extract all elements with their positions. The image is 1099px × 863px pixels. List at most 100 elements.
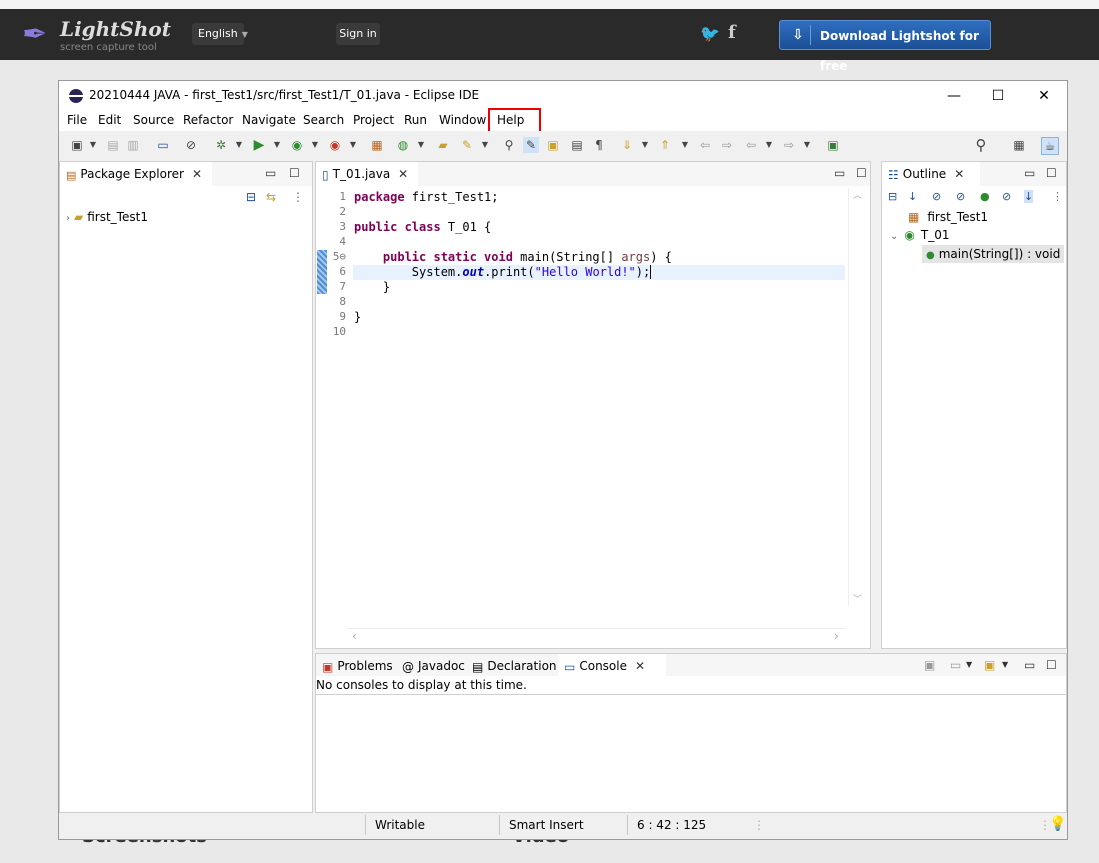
status-cursor-position[interactable]: 6 : 42 : 125 xyxy=(637,818,706,832)
word-wrap-icon[interactable]: ▣ xyxy=(545,137,561,153)
next-annotation-icon[interactable]: ⇓ xyxy=(619,137,635,153)
close-icon[interactable]: ✕ xyxy=(192,167,202,181)
chevron-down-icon[interactable]: ▼ xyxy=(269,137,285,153)
last-edit-icon[interactable]: ⇦ xyxy=(697,137,713,153)
project-tree-item[interactable]: › ▰ first_Test1 xyxy=(66,210,148,224)
title-bar[interactable]: 20210444 JAVA - first_Test1/src/first_Te… xyxy=(59,81,1067,111)
chevron-down-icon[interactable]: ▼ xyxy=(345,137,361,153)
vertical-scrollbar[interactable]: ︿ ﹀ xyxy=(848,188,867,606)
outline-item-method[interactable]: ● main(String[]) : void xyxy=(922,245,1064,263)
tab-declaration[interactable]: ▤ Declaration xyxy=(466,654,568,678)
menu-edit[interactable]: Edit xyxy=(98,113,121,127)
new-class-icon[interactable]: ◍ xyxy=(395,137,411,153)
search-icon[interactable]: ⚲ xyxy=(501,137,517,153)
mark-occurrences-icon[interactable]: ✎ xyxy=(523,137,539,153)
block-selection-icon[interactable]: ▤ xyxy=(569,137,585,153)
debug-icon[interactable]: ✲ xyxy=(213,137,229,153)
run-icon[interactable]: ▶ xyxy=(251,137,267,153)
scroll-up-icon[interactable]: ︿ xyxy=(853,188,862,201)
tab-t01-java[interactable]: ▯ T_01.java ✕ xyxy=(316,162,418,188)
hide-fields-icon[interactable]: ⊘ xyxy=(932,190,941,203)
maximize-button[interactable]: ☐ xyxy=(983,85,1013,107)
line-number[interactable]: 5⊖ xyxy=(326,250,346,263)
prev-annotation-icon[interactable]: ⇑ xyxy=(657,137,673,153)
maximize-icon[interactable]: ☐ xyxy=(289,166,300,180)
open-type-icon[interactable]: ▰ xyxy=(435,137,451,153)
language-select[interactable]: English ▼ xyxy=(192,23,248,45)
back-icon[interactable]: ⇦ xyxy=(743,137,759,153)
open-console-icon[interactable]: ▭ xyxy=(950,658,961,672)
view-menu-icon[interactable]: ⋮ xyxy=(1052,190,1063,203)
hide-nonpublic-icon[interactable]: ● xyxy=(980,190,990,203)
close-icon[interactable]: ✕ xyxy=(954,167,964,181)
terminal-icon[interactable]: ▭ xyxy=(155,137,171,153)
sort-icon[interactable]: ↓ xyxy=(908,190,917,203)
code-editor[interactable]: 1 2 3 4 5⊖ 6 7 8 9 10 package first_Test… xyxy=(316,190,856,610)
tab-outline[interactable]: ☷ Outline ✕ xyxy=(882,162,980,188)
menu-search[interactable]: Search xyxy=(303,113,344,127)
search-icon[interactable]: ⚲ xyxy=(973,137,989,153)
minimize-icon[interactable]: ▭ xyxy=(834,166,845,180)
menu-window[interactable]: Window xyxy=(439,113,486,127)
tab-package-explorer[interactable]: ▤ Package Explorer ✕ xyxy=(60,162,212,188)
chevron-right-icon[interactable]: › xyxy=(66,213,70,224)
chevron-down-icon[interactable]: ▼ xyxy=(677,137,693,153)
close-icon[interactable]: ✕ xyxy=(635,659,645,673)
open-perspective-icon[interactable]: ▦ xyxy=(1011,137,1027,153)
outline-item-class[interactable]: ⌄ ◉ T_01 xyxy=(890,228,949,242)
sort-alpha-icon[interactable]: ↓ xyxy=(1024,190,1034,203)
chevron-down-icon[interactable]: ▼ xyxy=(231,137,247,153)
menu-file[interactable]: File xyxy=(67,113,87,127)
whitespace-icon[interactable]: ¶ xyxy=(591,137,607,153)
maximize-icon[interactable]: ☐ xyxy=(856,166,867,180)
close-button[interactable]: ✕ xyxy=(1029,85,1059,107)
sign-in-button[interactable]: Sign in xyxy=(336,23,380,45)
chevron-down-icon[interactable]: ▼ xyxy=(966,660,972,669)
maximize-icon[interactable]: ☐ xyxy=(1046,658,1057,672)
lightshot-logo[interactable]: ✒ LightShot screen capture tool xyxy=(22,15,172,55)
maximize-icon[interactable]: ☐ xyxy=(1046,166,1057,180)
status-insert-mode[interactable]: Smart Insert xyxy=(509,818,584,832)
chevron-down-icon[interactable]: ▼ xyxy=(85,137,101,153)
link-editor-icon[interactable]: ⇆ xyxy=(266,190,276,204)
view-menu-icon[interactable]: ⋮ xyxy=(292,190,304,204)
minimize-button[interactable]: — xyxy=(939,85,969,107)
coverage-icon[interactable]: ◉ xyxy=(289,137,305,153)
chevron-down-icon[interactable]: ▼ xyxy=(761,137,777,153)
menu-navigate[interactable]: Navigate xyxy=(242,113,296,127)
chevron-down-icon[interactable]: ▼ xyxy=(799,137,815,153)
facebook-icon[interactable]: f xyxy=(728,22,736,43)
minimize-icon[interactable]: ▭ xyxy=(265,166,276,180)
horizontal-scrollbar[interactable]: ‹ › xyxy=(346,628,846,645)
java-perspective-icon[interactable]: ☕ xyxy=(1041,137,1059,155)
chevron-down-icon[interactable]: ▼ xyxy=(1002,660,1008,669)
open-task-icon[interactable]: ✎ xyxy=(459,137,475,153)
external-tools-icon[interactable]: ◉ xyxy=(327,137,343,153)
menu-project[interactable]: Project xyxy=(353,113,394,127)
new-icon[interactable]: ▣ xyxy=(69,137,85,153)
chevron-down-icon[interactable]: ▼ xyxy=(307,137,323,153)
scroll-down-icon[interactable]: ﹀ xyxy=(853,592,862,605)
tab-console[interactable]: ▭ Console ✕ xyxy=(558,654,666,680)
scroll-right-icon[interactable]: › xyxy=(834,629,839,643)
close-icon[interactable]: ✕ xyxy=(398,167,408,181)
scroll-left-icon[interactable]: ‹ xyxy=(352,629,357,643)
new-package-icon[interactable]: ▦ xyxy=(369,137,385,153)
lightbulb-icon[interactable]: 💡 xyxy=(1049,816,1066,832)
collapse-all-icon[interactable]: ⊟ xyxy=(246,190,256,204)
menu-run[interactable]: Run xyxy=(404,113,427,127)
chevron-down-icon[interactable]: ⌄ xyxy=(890,231,898,242)
forward-edit-icon[interactable]: ⇨ xyxy=(719,137,735,153)
minimize-icon[interactable]: ▭ xyxy=(1024,658,1035,672)
display-console-icon[interactable]: ▣ xyxy=(924,658,935,672)
menu-refactor[interactable]: Refactor xyxy=(183,113,233,127)
hide-local-types-icon[interactable]: ⊘ xyxy=(1002,190,1011,203)
save-icon[interactable]: ▤ xyxy=(105,137,121,153)
pin-editor-icon[interactable]: ▣ xyxy=(825,137,841,153)
twitter-icon[interactable]: 🐦 xyxy=(700,24,720,43)
collapse-all-icon[interactable]: ⊟ xyxy=(888,190,897,203)
hide-static-icon[interactable]: ⊘ xyxy=(956,190,965,203)
chevron-down-icon[interactable]: ▼ xyxy=(413,137,429,153)
tab-problems[interactable]: ▣ Problems xyxy=(316,654,404,678)
forward-icon[interactable]: ⇨ xyxy=(781,137,797,153)
